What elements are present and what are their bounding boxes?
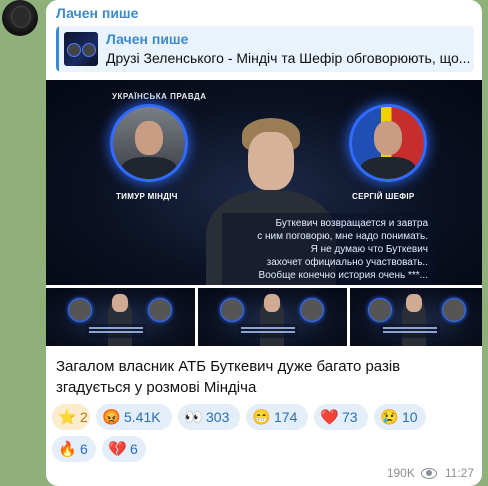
reaction-count: 303 <box>206 409 230 425</box>
media-thumb-2[interactable] <box>198 288 347 346</box>
star-icon: ⭐ <box>58 409 77 426</box>
media-thumb-1[interactable] <box>46 288 195 346</box>
subtitle-line: Буткевич возвращается и завтра <box>275 218 428 229</box>
reaction-star[interactable]: ⭐ 2 <box>52 404 90 430</box>
reaction-count: 10 <box>402 409 418 425</box>
reaction-crying[interactable]: 😢 10 <box>374 404 426 430</box>
reply-text: Друзі Зеленського - Міндіч та Шефір обго… <box>106 50 471 66</box>
angry-face-icon: 😡 <box>102 409 121 426</box>
message-time: 11:27 <box>444 466 474 480</box>
reply-preview[interactable]: Лачен пише Друзі Зеленського - Міндіч та… <box>56 26 474 72</box>
left-portrait <box>110 104 188 182</box>
eyes-icon: 👀 <box>184 409 203 426</box>
reply-thumbnail <box>64 32 98 66</box>
reaction-heart[interactable]: ❤️ 73 <box>314 404 368 430</box>
fire-icon: 🔥 <box>58 441 77 458</box>
reaction-count: 174 <box>274 409 298 425</box>
reaction-count: 6 <box>80 441 88 457</box>
media-brand: УКРАЇНСЬКА ПРАВДА <box>112 92 207 101</box>
message-meta: 190K 11:27 <box>387 466 474 480</box>
view-count: 190K <box>386 466 415 480</box>
reaction-count: 2 <box>80 409 88 425</box>
right-portrait <box>349 104 427 182</box>
left-name: ТИМУР МІНДІЧ <box>116 192 178 201</box>
reaction-count: 5.41K <box>124 409 161 425</box>
subtitle-line: с ним поговорю, мне надо понимать. <box>257 231 428 242</box>
broken-heart-icon: 💔 <box>108 441 127 458</box>
channel-avatar[interactable] <box>2 0 38 36</box>
subtitle-line: Вообще конечно история очень ***... <box>258 270 428 281</box>
reaction-angry[interactable]: 😡 5.41K <box>96 404 172 430</box>
grin-face-icon: 😁 <box>252 409 271 426</box>
reply-accent-bar <box>56 26 59 72</box>
crying-face-icon: 😢 <box>380 409 399 426</box>
subtitle-line: захочет официально участвовать.. <box>266 257 428 268</box>
reaction-count: 73 <box>342 409 358 425</box>
message-caption: Загалом власник АТБ Буткевич дуже багато… <box>56 358 401 396</box>
reaction-grin[interactable]: 😁 174 <box>246 404 308 430</box>
reply-title: Лачен пише <box>106 31 189 47</box>
right-name: СЕРГІЙ ШЕФІР <box>352 192 415 201</box>
sender-name[interactable]: Лачен пише <box>56 5 138 21</box>
message-bubble: Лачен пише Лачен пише Друзі Зеленського … <box>46 0 482 486</box>
subtitle-line: Я не думаю что Буткевич <box>310 244 428 255</box>
reaction-fire[interactable]: 🔥 6 <box>52 436 96 462</box>
subtitles: Буткевич возвращается и завтра с ним пог… <box>222 213 434 285</box>
reaction-eyes[interactable]: 👀 303 <box>178 404 240 430</box>
eye-icon <box>420 467 437 479</box>
reaction-broken-heart[interactable]: 💔 6 <box>102 436 146 462</box>
media-thumb-3[interactable] <box>350 288 482 346</box>
avatar-face <box>11 6 31 28</box>
reaction-count: 6 <box>130 441 138 457</box>
main-media-image[interactable]: УКРАЇНСЬКА ПРАВДА ТИМУР МІНДІЧ СЕРГІЙ ШЕ… <box>46 80 482 285</box>
heart-icon: ❤️ <box>320 409 339 426</box>
media-thumbnails <box>46 288 482 346</box>
